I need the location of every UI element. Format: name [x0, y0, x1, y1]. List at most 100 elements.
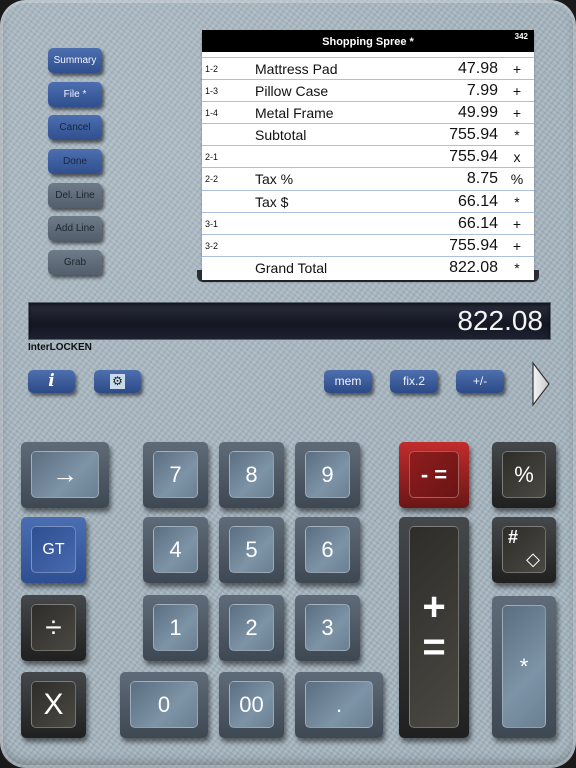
key-label: 0: [130, 681, 198, 728]
row-amount: 755.94: [449, 126, 498, 144]
multiply-icon: X: [31, 681, 76, 728]
arrow-right-icon: →: [31, 451, 99, 498]
minus-equals-key[interactable]: - =: [399, 442, 469, 508]
row-desc: Pillow Case: [255, 83, 329, 100]
gear-icon: ⚙: [110, 374, 125, 389]
key-label: 2: [229, 604, 274, 651]
settings-button[interactable]: ⚙: [94, 370, 141, 393]
key-4[interactable]: 4: [143, 517, 208, 583]
tape-row[interactable]: Subtotal 755.94 *: [202, 123, 534, 145]
row-amount: 66.14: [457, 192, 498, 210]
decimal-key[interactable]: .: [295, 672, 383, 738]
plus-icon: +: [422, 585, 446, 629]
row-desc: Metal Frame: [255, 105, 334, 122]
tape-row[interactable]: Tax $ 66.14 *: [202, 189, 534, 212]
arrow-key[interactable]: →: [21, 442, 109, 508]
key-00[interactable]: 00: [219, 672, 284, 738]
row-amount: 8.75: [466, 170, 498, 188]
brand-logo: InterLOCKEN: [28, 342, 92, 353]
key-3[interactable]: 3: [295, 595, 360, 661]
done-button[interactable]: Done: [48, 149, 102, 174]
key-6[interactable]: 6: [295, 517, 360, 583]
row-ref: 1-3: [205, 86, 219, 97]
row-desc: Grand Total: [255, 259, 328, 276]
key-label: 4: [153, 526, 198, 573]
key-2[interactable]: 2: [219, 595, 284, 661]
key-label: 00: [229, 681, 274, 728]
key-8[interactable]: 8: [219, 442, 284, 508]
key-label: .: [305, 681, 373, 728]
row-op: +: [512, 83, 522, 100]
gt-key[interactable]: GT: [21, 517, 86, 583]
display-value: 822.08: [457, 305, 543, 336]
row-ref: 3-2: [205, 240, 219, 251]
file-button[interactable]: File *: [48, 82, 102, 107]
mem-button[interactable]: mem: [324, 370, 372, 393]
row-op: *: [514, 259, 520, 276]
key-label: 5: [229, 526, 274, 573]
hash-diamond-key[interactable]: # ◇: [492, 517, 556, 583]
tape-row[interactable]: Grand Total 822.08 *: [202, 255, 534, 278]
row-amount: 7.99: [466, 82, 498, 100]
tape-row[interactable]: 3-1 66.14 +: [202, 211, 534, 234]
row-op: x: [513, 149, 521, 166]
key-1[interactable]: 1: [143, 595, 208, 661]
row-amount: 755.94: [449, 148, 498, 166]
row-amount: 755.94: [449, 236, 498, 254]
row-op: +: [512, 215, 522, 232]
percent-key[interactable]: %: [492, 442, 556, 508]
row-ref: 2-2: [205, 174, 219, 185]
row-op: %: [510, 171, 524, 188]
row-amount: 822.08: [449, 258, 498, 276]
row-amount: 49.99: [457, 104, 498, 122]
row-ref: 2-1: [205, 152, 219, 163]
star-icon: *: [502, 605, 546, 728]
divide-key[interactable]: ÷: [21, 595, 86, 661]
key-9[interactable]: 9: [295, 442, 360, 508]
plus-equals-key[interactable]: + =: [399, 517, 469, 738]
key-label: 6: [305, 526, 350, 573]
row-desc: Tax %: [255, 171, 294, 188]
add-line-button[interactable]: Add Line: [48, 216, 102, 241]
row-op: +: [512, 105, 522, 122]
key-label: 3: [305, 604, 350, 651]
triangle-right-icon[interactable]: [531, 361, 551, 407]
delete-line-button[interactable]: Del. Line: [48, 183, 102, 208]
hash-icon: #: [508, 527, 519, 547]
tape-row[interactable]: 1-2 Mattress Pad 47.98 +: [202, 57, 534, 79]
row-op: *: [514, 127, 520, 144]
tape-row[interactable]: 2-2 Tax % 8.75%: [202, 167, 534, 189]
hash-diamond-face: # ◇: [502, 526, 546, 573]
row-op: +: [512, 237, 522, 254]
percent-icon: %: [502, 451, 546, 498]
key-label: 1: [153, 604, 198, 651]
tape-title[interactable]: Shopping Spree *: [202, 36, 534, 48]
tape-row[interactable]: 1-4 Metal Frame 49.99 +: [202, 101, 534, 123]
row-amount: 47.98: [457, 60, 498, 77]
sign-toggle-button[interactable]: +/-: [456, 370, 504, 393]
key-5[interactable]: 5: [219, 517, 284, 583]
row-amount: 66.14: [457, 214, 498, 232]
key-label: 7: [153, 451, 198, 498]
key-label: 9: [305, 451, 350, 498]
multiply-key[interactable]: X: [21, 672, 86, 738]
key-label: 8: [229, 451, 274, 498]
tape-row[interactable]: 2-1 755.94 x: [202, 145, 534, 167]
key-0[interactable]: 0: [120, 672, 208, 738]
tape[interactable]: Shopping Spree * 342 1-2 Mattress Pad 47.9…: [202, 30, 534, 280]
equals-icon: =: [422, 625, 446, 669]
info-button[interactable]: i: [28, 370, 75, 393]
subtotal-star-key[interactable]: *: [492, 596, 556, 738]
tape-row[interactable]: 1-3 Pillow Case 7.99 +: [202, 79, 534, 101]
fix-button[interactable]: fix.2: [390, 370, 438, 393]
tape-rows: 1-2 Mattress Pad 47.98 + 1-3 Pillow Case 7.99…: [202, 57, 534, 278]
cancel-button[interactable]: Cancel: [48, 115, 102, 140]
diamond-icon: ◇: [526, 549, 540, 569]
tape-count: 342: [514, 32, 528, 41]
grab-button[interactable]: Grab: [48, 250, 102, 275]
key-7[interactable]: 7: [143, 442, 208, 508]
row-op: +: [512, 61, 522, 77]
summary-button[interactable]: Summary: [48, 48, 102, 73]
row-desc: Tax $: [255, 193, 289, 210]
tape-row[interactable]: 3-2 755.94 +: [202, 233, 534, 256]
